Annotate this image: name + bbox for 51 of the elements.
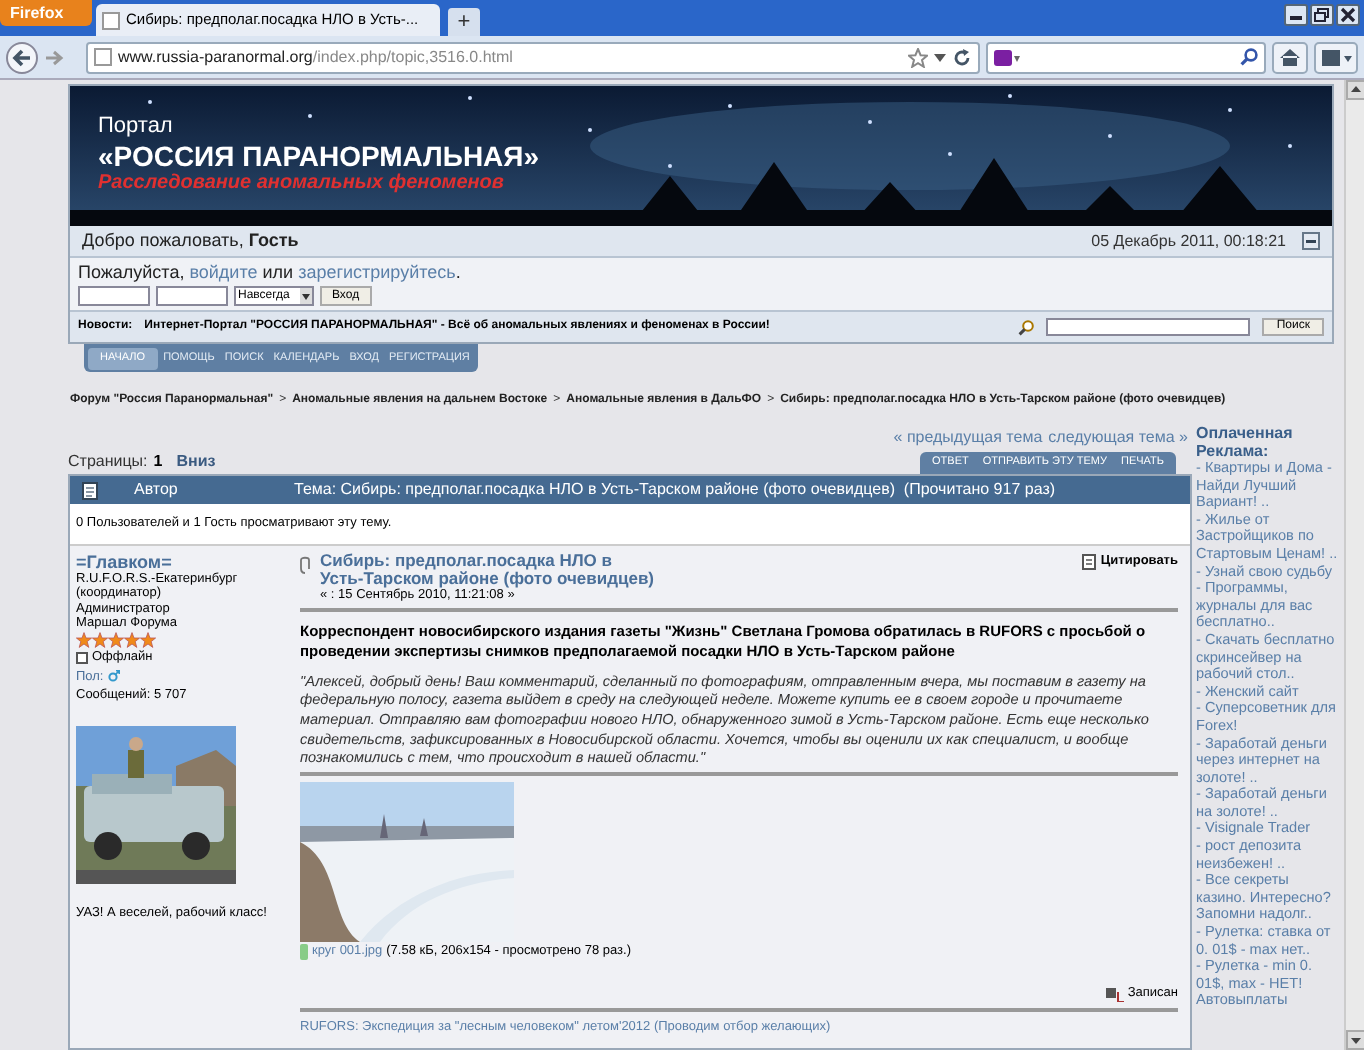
bookmarks-icon[interactable] xyxy=(1314,41,1358,73)
restore-icon[interactable] xyxy=(1310,4,1334,26)
firefox-menu-button[interactable]: Firefox xyxy=(0,0,92,26)
close-icon[interactable] xyxy=(1336,4,1360,26)
topic-header: Тема: Сибирь: предполаг.посадка НЛО в Усть-Тарском районе (фото очевидцев) (Прочитано 917 раз) xyxy=(294,478,1056,502)
caret-icon xyxy=(300,288,312,304)
new-tab-button[interactable]: + xyxy=(448,8,480,36)
column-header: Автор xyxy=(134,478,180,502)
logged-icon xyxy=(1105,987,1124,1002)
url-text: www.russia-paranormal.org/index.php/topic,3516.0.html xyxy=(118,45,515,69)
reload-icon[interactable] xyxy=(952,47,972,67)
previous-topic-link[interactable]: « предыдущая тема xyxy=(893,426,1043,450)
login-prompt: Пожалуйста, войдите или зарегистрируйтесь. xyxy=(78,262,463,284)
document-icon xyxy=(82,481,98,499)
male-icon xyxy=(107,670,120,683)
author-name[interactable]: =Главком= xyxy=(76,551,288,572)
minimize-icon[interactable] xyxy=(1284,4,1308,26)
collapse-icon[interactable] xyxy=(1302,232,1320,250)
scrollbar[interactable] xyxy=(1344,80,1364,1050)
username-field[interactable] xyxy=(78,286,150,306)
caret-icon[interactable] xyxy=(934,53,946,61)
file-icon xyxy=(300,943,308,960)
scroll-down-icon[interactable] xyxy=(1346,1030,1364,1050)
login-link[interactable]: зарегистрируйтесь xyxy=(298,262,456,282)
search-icon xyxy=(1018,319,1035,335)
page-icon xyxy=(94,48,112,66)
page-icon xyxy=(102,11,120,29)
back-icon[interactable] xyxy=(6,41,38,73)
current-page: 1 xyxy=(153,450,163,474)
date-time: 05 Декабрь 2011, 00:18:21 xyxy=(1091,229,1286,253)
attachment-icon xyxy=(300,555,310,574)
login-link[interactable]: войдите xyxy=(189,262,258,282)
scroll-up-icon[interactable] xyxy=(1346,80,1364,100)
next-topic-link[interactable]: следующая тема » xyxy=(1048,426,1188,450)
site-tagline: Расследование аномальных феноменов xyxy=(98,172,506,196)
down-link[interactable]: Вниз xyxy=(176,450,216,474)
forum-search-field[interactable] xyxy=(1046,318,1251,336)
banner-subtitle: Портал xyxy=(98,114,175,140)
site-title: «РОССИЯ ПАРАНОРМАЛЬНАЯ» xyxy=(98,140,540,172)
star-icon[interactable] xyxy=(908,47,928,67)
address-bar[interactable]: www.russia-paranormal.org/index.php/topic,3516.0.html xyxy=(86,41,980,73)
pages-label: Страницы: xyxy=(68,450,148,474)
password-field[interactable] xyxy=(156,286,228,306)
quote-icon xyxy=(1082,553,1097,570)
search-field[interactable] xyxy=(986,41,1266,73)
ads-title: Оплаченная Реклама: xyxy=(1196,424,1295,460)
search-engine-icon[interactable] xyxy=(994,49,1020,65)
search-icon[interactable] xyxy=(1240,48,1258,66)
home-icon[interactable] xyxy=(1272,41,1308,73)
post-title[interactable]: Сибирь: предполаг.посадка НЛО в Усть-Тарском районе (фото очевидцев) xyxy=(320,551,660,588)
welcome-text: Добро пожаловать, Гость xyxy=(82,227,301,254)
